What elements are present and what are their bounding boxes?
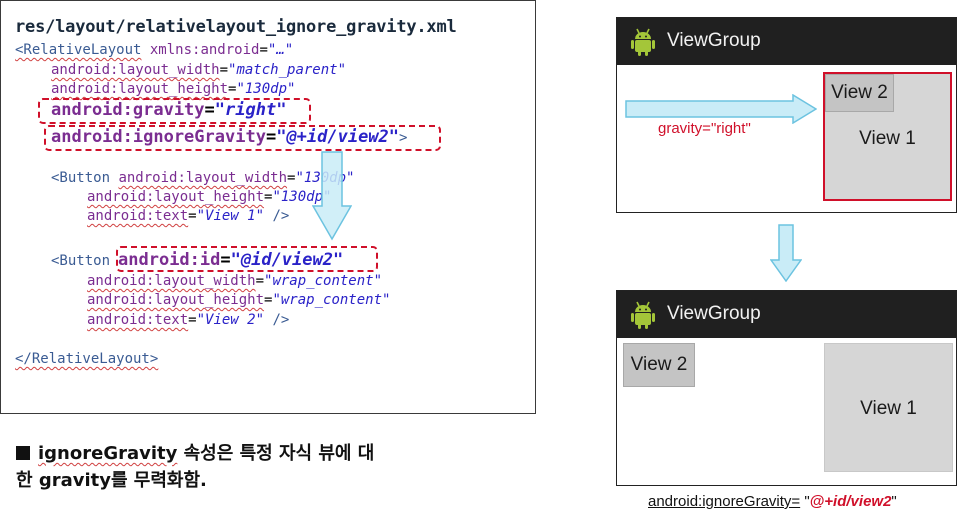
tag-button2-end: />	[272, 312, 290, 328]
val-button2-text: "View 2"	[196, 312, 265, 328]
val-ignoregravity: "@+id/view2"	[276, 127, 400, 147]
attr-button2-text: android:text	[87, 312, 189, 328]
android-logo-icon	[631, 301, 655, 329]
code-line-button2-id: <Button android:id="@id/view2"	[51, 251, 343, 270]
tag-relativelayout: <RelativeLayout	[15, 42, 142, 58]
tag-button2: <Button	[51, 253, 111, 269]
ignoregravity-prefix: android:ignoreGravity=	[648, 493, 801, 510]
eq-sign: =	[265, 127, 277, 147]
view2-label: View 2	[630, 354, 688, 375]
view2-button[interactable]: View 2	[825, 74, 894, 112]
val-xmlns: "…"	[267, 42, 294, 58]
eq-sign: =	[259, 42, 268, 58]
square-bullet-icon	[16, 446, 30, 460]
actionbar-bottom: ViewGroup	[617, 291, 956, 338]
down-arrow-icon	[312, 151, 352, 241]
tag-end: >	[399, 130, 408, 146]
code-line-relativelayout-close: </RelativeLayout>	[15, 350, 158, 368]
tag-button1: <Button	[51, 170, 111, 186]
code-line-ignoregravity: android:ignoreGravity="@+id/view2">	[51, 128, 407, 147]
eq-sign: =	[219, 62, 229, 78]
down-arrow-icon	[770, 224, 802, 282]
attr-layout-height: android:layout_height	[51, 81, 229, 97]
attr-button2-height: android:layout_height	[87, 292, 265, 308]
tag-button1-end: />	[272, 208, 290, 224]
attr-xmlns: xmlns:android	[149, 42, 260, 58]
code-line-button2-text: android:text="View 2" />	[87, 311, 289, 329]
attr-layout-width: android:layout_width	[51, 62, 220, 78]
view2-button[interactable]: View 2	[623, 343, 695, 387]
view2-label: View 2	[831, 82, 888, 103]
caption-line-1: ignoreGravity 속성은 특정 자식 뷰에 대	[16, 440, 486, 467]
eq-sign: =	[255, 273, 265, 289]
quote-open: "	[800, 493, 810, 510]
val-layout-height: "130dp"	[236, 81, 296, 97]
code-line-button2-height: android:layout_height="wrap_content"	[87, 291, 390, 309]
viewgroup-title: ViewGroup	[667, 303, 761, 324]
attr-button1-text: android:text	[87, 208, 189, 224]
code-panel: res/layout/relativelayout_ignore_gravity…	[0, 0, 536, 414]
val-gravity: "right"	[214, 100, 287, 120]
attr-ignoregravity: android:ignoreGravity	[51, 127, 266, 147]
eq-sign: =	[188, 312, 197, 328]
val-button2-width: "wrap_content"	[264, 273, 383, 289]
gravity-right-label: gravity="right"	[658, 120, 751, 137]
caption: ignoreGravity 속성은 특정 자식 뷰에 대 한 gravity를 …	[16, 440, 486, 494]
phone-bottom: ViewGroup View 2 View 1	[616, 290, 957, 486]
attr-button2-id: android:id	[118, 250, 221, 270]
ignoregravity-label: android:ignoreGravity= "@+id/view2"	[648, 493, 897, 510]
android-logo-icon	[631, 28, 655, 56]
val-layout-width: "match_parent"	[228, 62, 347, 78]
code-line-gravity: android:gravity="right"	[51, 101, 286, 119]
viewgroup-title: ViewGroup	[667, 30, 761, 51]
code-line-button1-width: <Button android:layout_width="130dp"	[51, 169, 354, 187]
val-button2-height: "wrap_content"	[272, 292, 391, 308]
tag-relativelayout-close: </RelativeLayout>	[15, 351, 159, 367]
code-line-relativelayout-open: <RelativeLayout xmlns:android="…"	[15, 41, 293, 59]
file-path: res/layout/relativelayout_ignore_gravity…	[15, 17, 457, 37]
eq-sign: =	[188, 208, 197, 224]
eq-sign: =	[220, 250, 231, 270]
code-line-button1-height: android:layout_height="130dp"	[87, 188, 331, 206]
val-button1-text: "View 1"	[196, 208, 265, 224]
attr-gravity: android:gravity	[51, 100, 205, 120]
caption-keyword: ignoreGravity	[38, 443, 178, 464]
view1-box[interactable]: View 1	[824, 343, 953, 472]
code-line-layout-height: android:layout_height="130dp"	[51, 80, 295, 98]
attr-button1-width: android:layout_width	[118, 170, 288, 186]
val-button2-id: "@id/view2"	[230, 250, 344, 270]
attr-button1-height: android:layout_height	[87, 189, 265, 205]
view1-label: View 1	[859, 128, 916, 149]
attr-button2-width: android:layout_width	[87, 273, 256, 289]
view1-label: View 1	[860, 398, 917, 419]
code-line-button2-width: android:layout_width="wrap_content"	[87, 272, 382, 290]
caption-line1-text: 속성은 특정 자식 뷰에 대	[177, 443, 375, 464]
actionbar-top: ViewGroup	[617, 18, 956, 65]
eq-sign: =	[204, 100, 215, 120]
code-line-button1-text: android:text="View 1" />	[87, 207, 289, 225]
ignoregravity-value: @+id/view2	[809, 493, 892, 510]
code-line-layout-width: android:layout_width="match_parent"	[51, 61, 346, 79]
quote-close: "	[891, 493, 897, 510]
caption-line-2: 한 gravity를 무력화함.	[16, 470, 207, 491]
